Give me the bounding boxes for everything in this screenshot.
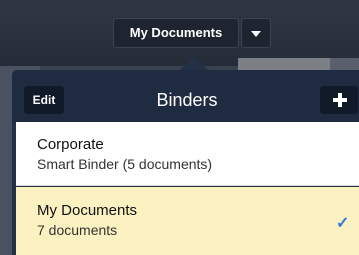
binder-title-button[interactable]: My Documents [113, 18, 239, 48]
binder-row-title: My Documents [37, 202, 138, 219]
binder-row-subtitle: 7 documents [37, 222, 118, 238]
binders-popover: Edit Binders Corporate Smart Binder (5 d… [12, 70, 359, 255]
popover-arrow [178, 57, 210, 71]
binder-row-title: Corporate [37, 136, 104, 153]
popover-header: Edit Binders [12, 70, 359, 122]
edit-button[interactable]: Edit [24, 86, 64, 114]
checkmark-icon: ✓ [336, 215, 350, 232]
binder-row-corporate[interactable]: Corporate Smart Binder (5 documents) [16, 122, 359, 186]
chevron-down-icon [251, 31, 261, 37]
binder-dropdown-button[interactable] [241, 18, 271, 48]
binder-row-my-documents[interactable]: My Documents 7 documents ✓ [16, 187, 359, 255]
binder-row-subtitle: Smart Binder (5 documents) [37, 156, 213, 172]
binder-list: Corporate Smart Binder (5 documents) My … [16, 122, 359, 255]
popover-title: Binders [156, 90, 218, 110]
add-binder-button[interactable] [320, 86, 358, 114]
